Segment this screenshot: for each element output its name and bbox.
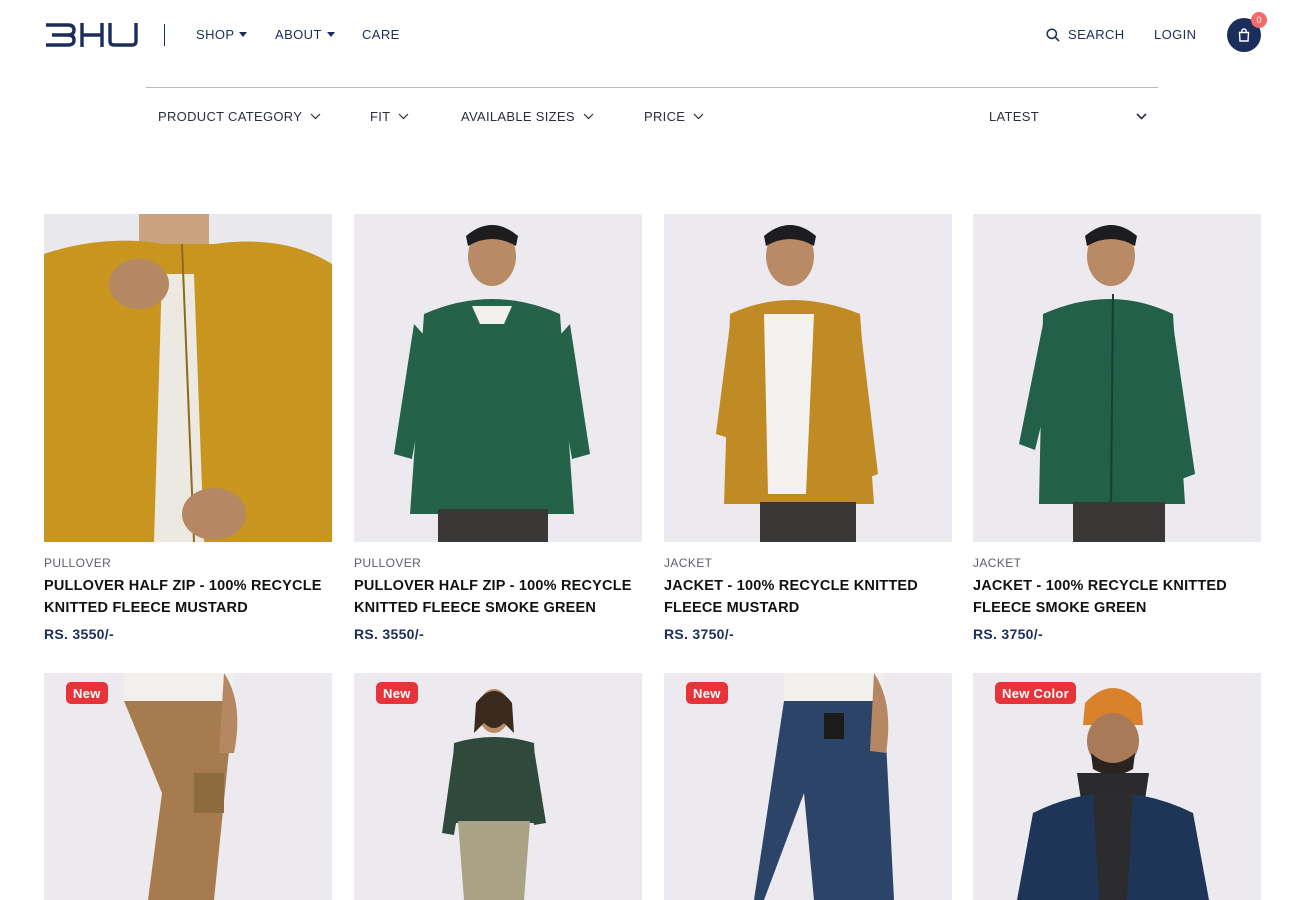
product-category: JACKET (664, 556, 713, 570)
product-image[interactable] (973, 214, 1261, 542)
product-card[interactable]: New (664, 673, 952, 900)
new-badge: New (376, 682, 418, 704)
login-link[interactable]: LOGIN (1154, 27, 1196, 42)
product-category: PULLOVER (354, 556, 422, 570)
search-icon (1046, 27, 1060, 42)
filter-price[interactable]: PRICE (644, 109, 704, 124)
filter-fit[interactable]: FIT (370, 109, 409, 124)
nav-shop[interactable]: SHOP (196, 27, 248, 42)
product-image[interactable] (354, 214, 642, 542)
product-image[interactable]: New (664, 673, 952, 900)
new-badge: New Color (995, 682, 1076, 704)
product-card[interactable]: JACKET JACKET - 100% RECYCLE KNITTED FLE… (973, 214, 1261, 644)
search-label: SEARCH (1068, 27, 1125, 42)
product-price: RS. 3750/- (973, 626, 1043, 642)
product-title[interactable]: PULLOVER HALF ZIP - 100% RECYCLE KNITTED… (44, 575, 334, 619)
chevron-down-icon (310, 113, 321, 120)
filter-product-category[interactable]: PRODUCT CATEGORY (158, 109, 321, 124)
filter-label: PRODUCT CATEGORY (158, 109, 303, 124)
product-image[interactable]: New (354, 673, 642, 900)
chevron-down-icon (398, 113, 409, 120)
new-badge: New (66, 682, 108, 704)
product-image[interactable] (664, 214, 952, 542)
nav-care[interactable]: CARE (362, 27, 400, 42)
filter-label: PRICE (644, 109, 686, 124)
product-title[interactable]: JACKET - 100% RECYCLE KNITTED FLEECE SMO… (973, 575, 1263, 619)
nav-shop-label: SHOP (196, 27, 235, 42)
product-image[interactable] (44, 214, 332, 542)
chevron-down-icon (583, 113, 594, 120)
sort-label: LATEST (989, 109, 1039, 124)
chevron-down-icon (1136, 113, 1147, 120)
product-image[interactable]: New Color (973, 673, 1261, 900)
product-card[interactable]: PULLOVER PULLOVER HALF ZIP - 100% RECYCL… (354, 214, 642, 644)
product-title[interactable]: JACKET - 100% RECYCLE KNITTED FLEECE MUS… (664, 575, 954, 619)
filter-label: AVAILABLE SIZES (461, 109, 575, 124)
site-header: SHOP ABOUT CARE SEARCH LOGIN 0 (0, 0, 1293, 70)
product-price: RS. 3550/- (354, 626, 424, 642)
nav-about[interactable]: ABOUT (275, 27, 335, 42)
new-badge: New (686, 682, 728, 704)
filter-label: FIT (370, 109, 391, 124)
product-price: RS. 3550/- (44, 626, 114, 642)
product-card[interactable]: PULLOVER PULLOVER HALF ZIP - 100% RECYCL… (44, 214, 332, 644)
cart-count-badge: 0 (1251, 12, 1267, 28)
caret-down-icon (239, 32, 248, 37)
product-title[interactable]: PULLOVER HALF ZIP - 100% RECYCLE KNITTED… (354, 575, 644, 619)
sort-select[interactable]: LATEST (989, 109, 1147, 124)
filter-available-sizes[interactable]: AVAILABLE SIZES (461, 109, 594, 124)
chevron-down-icon (693, 113, 704, 120)
nav-about-label: ABOUT (275, 27, 322, 42)
product-card[interactable]: New (354, 673, 642, 900)
product-category: PULLOVER (44, 556, 112, 570)
nav-care-label: CARE (362, 27, 400, 42)
logo-divider (164, 24, 165, 46)
brand-logo[interactable] (44, 23, 138, 47)
search-button[interactable]: SEARCH (1046, 27, 1125, 42)
product-image[interactable]: New (44, 673, 332, 900)
caret-down-icon (326, 32, 335, 37)
product-price: RS. 3750/- (664, 626, 734, 642)
shopping-bag-icon (1238, 28, 1250, 42)
product-card[interactable]: New Color (973, 673, 1261, 900)
product-category: JACKET (973, 556, 1022, 570)
filter-divider (146, 87, 1158, 88)
product-card[interactable]: JACKET JACKET - 100% RECYCLE KNITTED FLE… (664, 214, 952, 644)
product-card[interactable]: New (44, 673, 332, 900)
